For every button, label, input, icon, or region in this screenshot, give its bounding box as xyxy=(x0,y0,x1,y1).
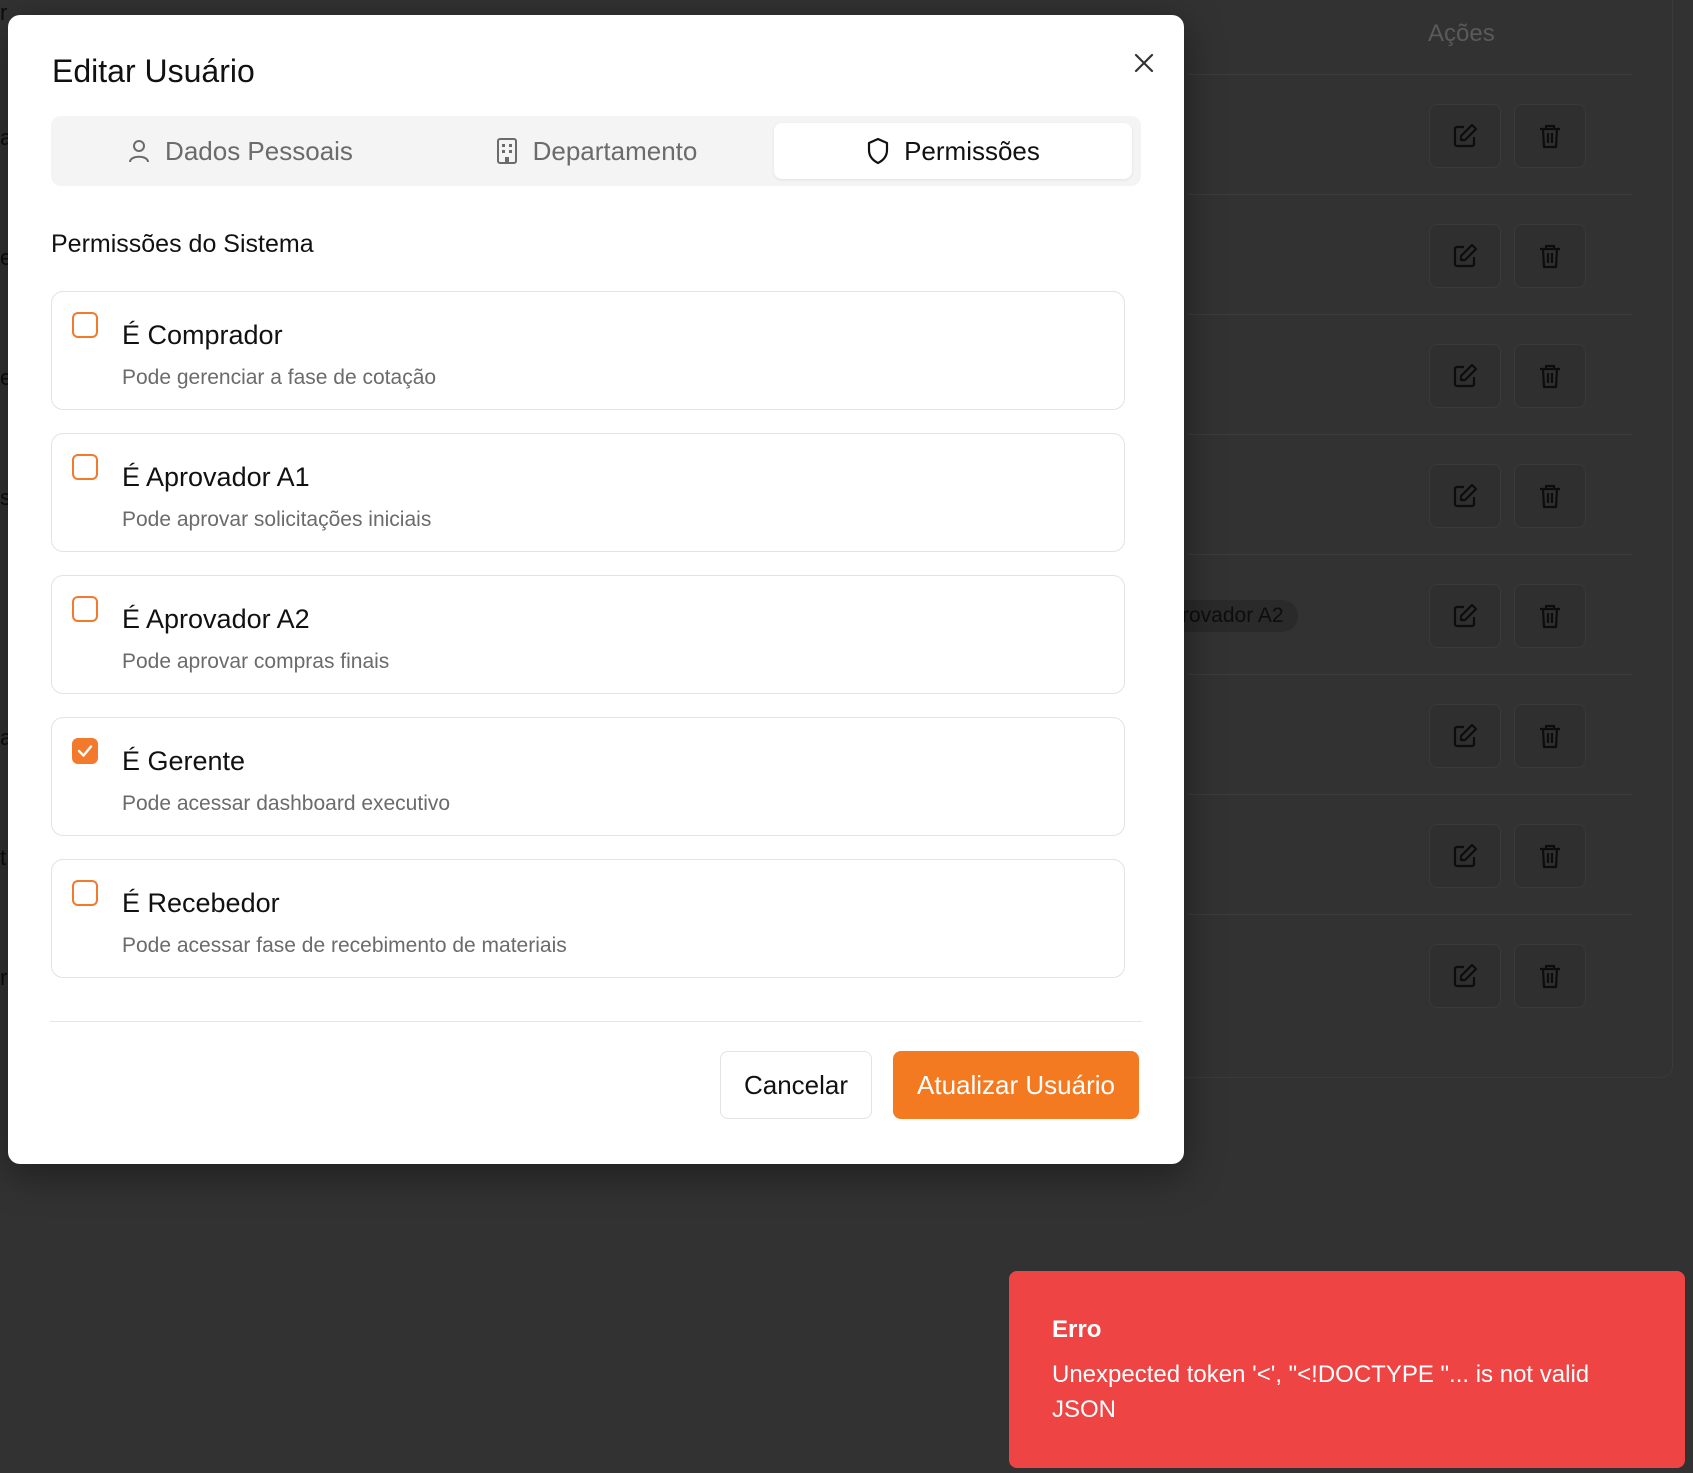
receiver-checkbox[interactable] xyxy=(72,880,98,906)
tab-personal-data[interactable]: Dados Pessoais xyxy=(61,123,419,179)
delete-user-button xyxy=(1514,824,1586,888)
trash-icon xyxy=(1540,724,1560,749)
delete-user-button xyxy=(1514,224,1586,288)
footer-divider xyxy=(50,1021,1142,1022)
close-icon xyxy=(1134,53,1154,73)
trash-icon xyxy=(1540,844,1560,869)
check-icon xyxy=(77,745,93,757)
permission-item-approver-a1: É Aprovador A1 Pode aprovar solicitações… xyxy=(51,433,1125,552)
background-text-fragment: r xyxy=(0,0,8,25)
background-text-fragment: t xyxy=(0,845,7,870)
edit-icon xyxy=(1453,723,1478,748)
tab-label: Dados Pessoais xyxy=(165,135,353,166)
shield-icon xyxy=(867,137,889,165)
edit-user-button xyxy=(1429,104,1501,168)
tab-label: Departamento xyxy=(532,135,698,166)
error-toast: Erro Unexpected token '<', "<!DOCTYPE ".… xyxy=(1009,1271,1685,1468)
edit-user-button xyxy=(1429,464,1501,528)
permission-description: Pode aprovar compras finais xyxy=(122,650,390,673)
permission-label: É Comprador xyxy=(122,320,283,350)
approver-a2-checkbox[interactable] xyxy=(72,596,98,622)
edit-icon xyxy=(1453,483,1478,508)
edit-user-button xyxy=(1429,224,1501,288)
permission-label: É Gerente xyxy=(122,746,246,776)
trash-icon xyxy=(1540,364,1560,389)
permission-item-buyer: É Comprador Pode gerenciar a fase de cot… xyxy=(51,291,1125,410)
delete-user-button xyxy=(1514,584,1586,648)
permission-description: Pode acessar fase de recebimento de mate… xyxy=(122,934,567,957)
permission-description: Pode gerenciar a fase de cotação xyxy=(122,366,437,389)
edit-icon xyxy=(1453,123,1478,148)
edit-user-button xyxy=(1429,704,1501,768)
edit-icon xyxy=(1453,963,1478,988)
edit-user-button xyxy=(1429,584,1501,648)
table-row-divider xyxy=(1188,434,1633,435)
user-icon xyxy=(129,140,150,163)
tab-list: Dados Pessoais Departamento Permissões xyxy=(51,116,1141,186)
table-row-divider xyxy=(1188,914,1633,915)
delete-user-button xyxy=(1514,464,1586,528)
permission-item-manager: É Gerente Pode acessar dashboard executi… xyxy=(51,717,1125,836)
dialog-title: Editar Usuário xyxy=(52,53,255,89)
edit-user-button xyxy=(1429,344,1501,408)
edit-icon xyxy=(1453,843,1478,868)
permission-label: É Aprovador A2 xyxy=(122,604,310,634)
delete-user-button xyxy=(1514,104,1586,168)
section-title: Permissões do Sistema xyxy=(51,230,314,258)
trash-icon xyxy=(1540,244,1560,269)
permission-item-receiver: É Recebedor Pode acessar fase de recebim… xyxy=(51,859,1125,978)
background-text-fragment: r xyxy=(0,965,8,990)
delete-user-button xyxy=(1514,944,1586,1008)
trash-icon xyxy=(1540,484,1560,509)
edit-icon xyxy=(1453,363,1478,388)
background-card xyxy=(1182,0,1673,1078)
table-row-divider xyxy=(1188,194,1633,195)
trash-icon xyxy=(1540,604,1560,629)
delete-user-button xyxy=(1514,344,1586,408)
edit-user-button xyxy=(1429,824,1501,888)
cancel-button[interactable]: Cancelar xyxy=(720,1051,872,1119)
building-icon xyxy=(496,138,517,164)
permission-label: É Aprovador A1 xyxy=(122,462,310,492)
tab-permissions[interactable]: Permissões xyxy=(774,123,1132,179)
permission-description: Pode acessar dashboard executivo xyxy=(122,792,451,815)
permission-label: É Recebedor xyxy=(122,888,280,918)
permission-item-approver-a2: É Aprovador A2 Pode aprovar compras fina… xyxy=(51,575,1125,694)
edit-user-dialog: Editar Usuário Dados Pessoais Departamen… xyxy=(8,15,1184,1164)
permission-description: Pode aprovar solicitações iniciais xyxy=(122,508,432,531)
delete-user-button xyxy=(1514,704,1586,768)
update-user-button[interactable]: Atualizar Usuário xyxy=(893,1051,1139,1119)
close-button[interactable] xyxy=(1124,43,1164,83)
actions-column-header: Ações xyxy=(1428,20,1495,47)
buyer-checkbox[interactable] xyxy=(72,312,98,338)
edit-icon xyxy=(1453,243,1478,268)
table-row-divider xyxy=(1188,554,1633,555)
trash-icon xyxy=(1540,964,1560,989)
trash-icon xyxy=(1540,124,1560,149)
toast-title: Erro xyxy=(1052,1316,1102,1343)
table-row-divider xyxy=(1188,674,1633,675)
edit-icon xyxy=(1453,603,1478,628)
tab-department[interactable]: Departamento xyxy=(417,123,775,179)
approver-a1-checkbox[interactable] xyxy=(72,454,98,480)
table-row-divider xyxy=(1188,794,1633,795)
manager-checkbox[interactable] xyxy=(72,738,98,764)
tab-label: Permissões xyxy=(904,135,1040,166)
table-row-divider xyxy=(1188,314,1633,315)
edit-user-button xyxy=(1429,944,1501,1008)
table-row-divider xyxy=(1188,74,1633,75)
toast-message: Unexpected token '<', "<!DOCTYPE "... is… xyxy=(1052,1361,1590,1423)
